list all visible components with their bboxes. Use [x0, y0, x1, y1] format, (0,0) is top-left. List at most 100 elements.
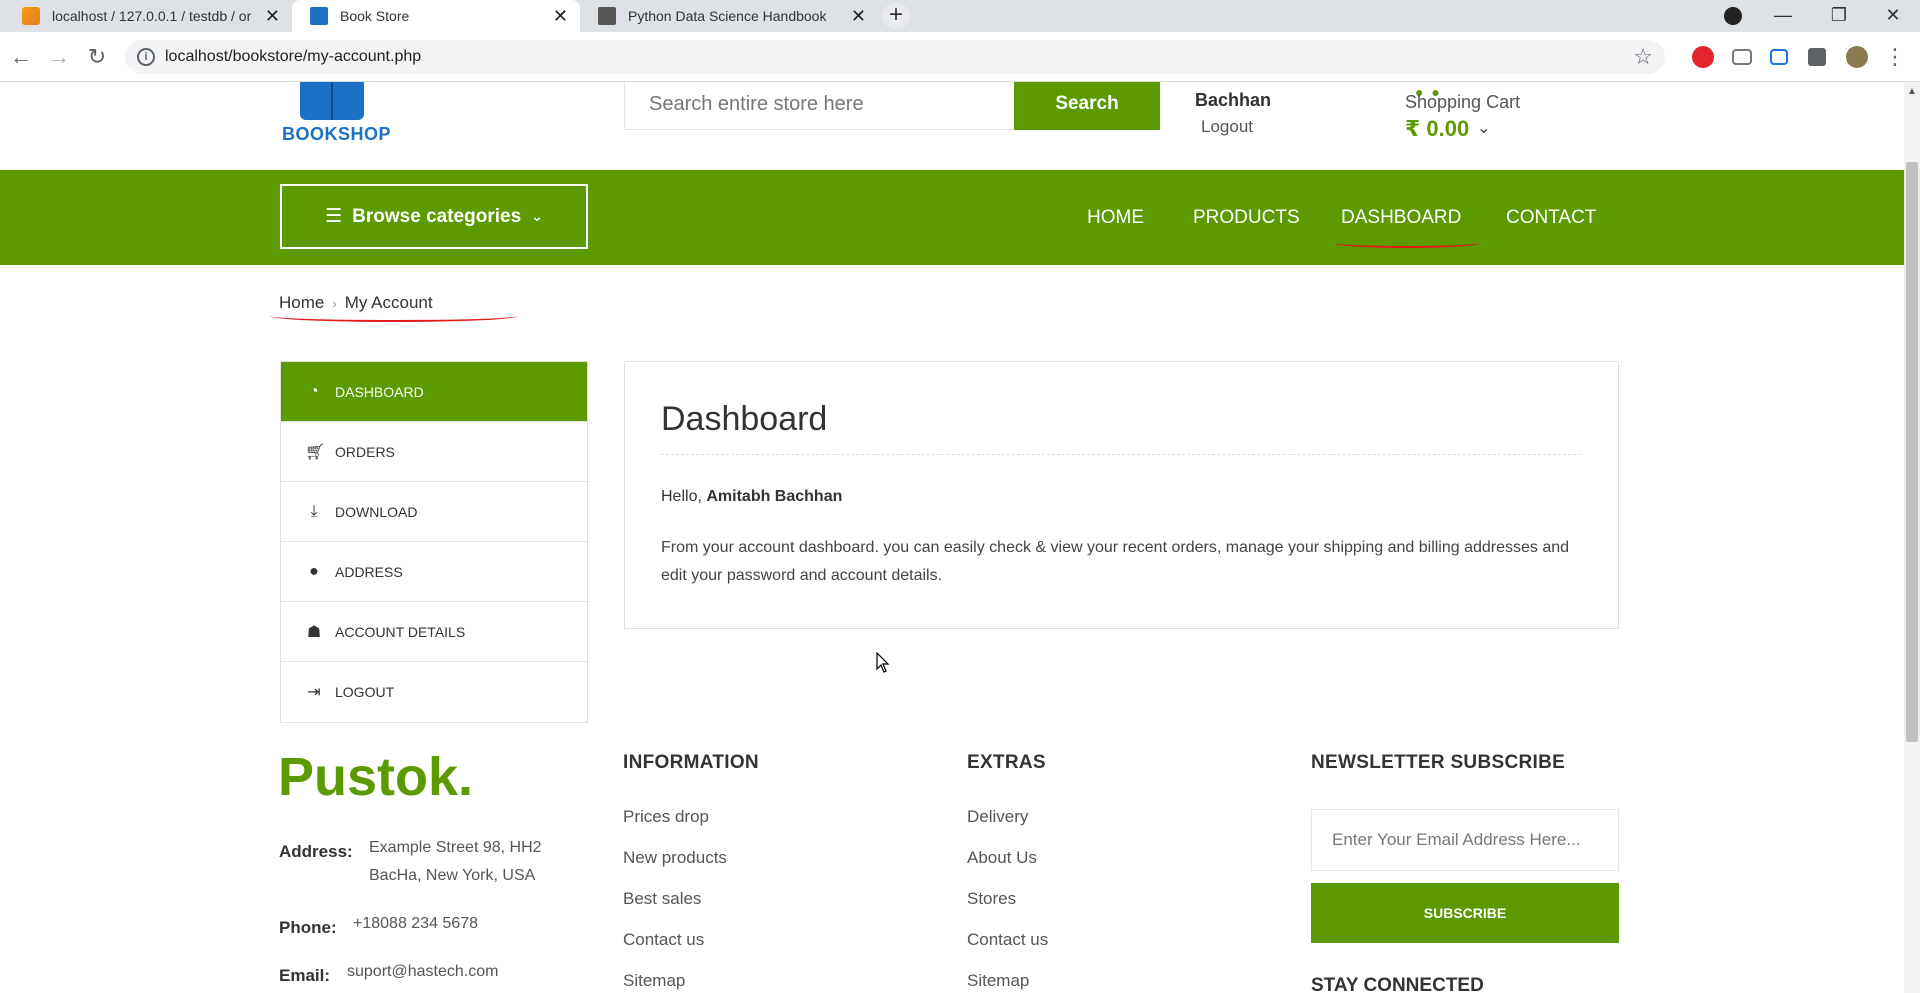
- minimize-icon[interactable]: —: [1760, 0, 1806, 32]
- bookmark-star-icon[interactable]: ☆: [1633, 44, 1653, 70]
- user-name: Bachhan: [1195, 90, 1272, 110]
- nav-dashboard[interactable]: DASHBOARD: [1341, 207, 1461, 229]
- bookshop-logo[interactable]: BOOKSHOP: [282, 82, 402, 152]
- opera-extension-icon[interactable]: [1692, 46, 1714, 68]
- browser-tab-strip: localhost / 127.0.0.1 / testdb / or ✕ Bo…: [0, 0, 1920, 32]
- annotation-underline-dashboard: [1334, 238, 1480, 248]
- newsletter-email-input[interactable]: Enter Your Email Address Here...: [1311, 809, 1619, 871]
- reload-icon[interactable]: ↻: [82, 42, 112, 72]
- newsletter-heading: NEWSLETTER SUBSCRIBE: [1311, 752, 1566, 773]
- nav-home[interactable]: HOME: [1087, 207, 1144, 229]
- mouse-cursor-icon: [876, 652, 890, 673]
- phone-label: Phone:: [279, 918, 337, 937]
- footer-link[interactable]: Stores: [967, 884, 1048, 925]
- bookstore-favicon-icon: [310, 7, 328, 25]
- search-input[interactable]: Search entire store here: [624, 82, 1016, 130]
- scroll-up-icon[interactable]: ▲: [1907, 86, 1917, 97]
- phpmyadmin-favicon-icon: [22, 7, 40, 25]
- page-scrollbar[interactable]: ▲: [1904, 82, 1920, 993]
- chevron-right-icon: ›: [332, 296, 337, 311]
- site-info-icon[interactable]: i: [137, 48, 155, 66]
- information-links: Prices drop New products Best sales Cont…: [623, 802, 727, 993]
- close-icon[interactable]: ✕: [265, 6, 280, 27]
- handbook-favicon-icon: [598, 7, 616, 25]
- menu-label: ORDERS: [335, 443, 395, 460]
- tab-title: localhost / 127.0.0.1 / testdb / or: [52, 8, 252, 24]
- menu-label: LOGOUT: [335, 684, 395, 700]
- dashboard-panel: Dashboard Hello, Amitabh Bachhan From yo…: [624, 361, 1619, 629]
- chevron-down-icon[interactable]: ⌄: [1477, 118, 1490, 138]
- footer-brand: Pustok.: [278, 747, 474, 807]
- extras-links: Delivery About Us Stores Contact us Site…: [967, 802, 1048, 993]
- dashboard-icon: ◔: [309, 382, 319, 400]
- divider: [661, 454, 1581, 455]
- account-menu-logout[interactable]: ⇥ LOGOUT: [281, 662, 587, 722]
- menu-label: DOWNLOAD: [335, 503, 418, 520]
- address-line-2: BacHa, New York, USA: [369, 867, 536, 884]
- map-marker-icon: ●: [309, 562, 319, 580]
- footer-link[interactable]: Prices drop: [623, 802, 727, 843]
- restore-icon[interactable]: ❐: [1816, 0, 1862, 32]
- new-tab-button[interactable]: +: [882, 3, 910, 29]
- footer-link[interactable]: Delivery: [967, 802, 1048, 843]
- nav-contact[interactable]: CONTACT: [1506, 207, 1596, 229]
- profile-avatar-icon[interactable]: [1846, 46, 1868, 68]
- browser-toolbar: ← → ↻ i localhost/bookstore/my-account.p…: [0, 32, 1920, 82]
- cart-icon: 🛒︎: [305, 443, 326, 461]
- browse-label: Browse categories: [352, 205, 522, 227]
- phone-value: +18088 234 5678: [353, 915, 479, 932]
- menu-label: DASHBOARD: [335, 383, 424, 400]
- footer-link[interactable]: Best sales: [623, 884, 727, 925]
- tab-python-handbook[interactable]: Python Data Science Handbook ✕: [580, 0, 878, 32]
- logo-text: BOOKSHOP: [282, 124, 392, 144]
- close-icon[interactable]: ✕: [553, 6, 568, 27]
- breadcrumb-home[interactable]: Home: [279, 293, 324, 312]
- nav-products[interactable]: PRODUCTS: [1193, 207, 1300, 229]
- information-heading: INFORMATION: [623, 752, 759, 773]
- dashboard-title: Dashboard: [661, 400, 828, 438]
- account-menu-account-details[interactable]: ☗ ACCOUNT DETAILS: [281, 602, 587, 662]
- annotation-underline-breadcrumb: [270, 310, 518, 322]
- footer-link[interactable]: Contact us: [967, 925, 1048, 966]
- kebab-menu-icon[interactable]: ⋮: [1880, 42, 1910, 72]
- footer-link[interactable]: Sitemap: [623, 966, 727, 993]
- camera-extension-icon[interactable]: [1732, 49, 1752, 65]
- menu-label: ACCOUNT DETAILS: [335, 623, 466, 640]
- close-icon[interactable]: ✕: [851, 6, 866, 27]
- address-line-1: Example Street 98, HH2: [369, 839, 542, 856]
- footer-link[interactable]: Contact us: [623, 925, 727, 966]
- header-logout-link[interactable]: Logout: [1201, 117, 1253, 137]
- menu-label: ADDRESS: [335, 563, 403, 580]
- window-close-icon[interactable]: ✕: [1870, 0, 1916, 32]
- address-label: Address:: [279, 842, 353, 861]
- extras-heading: EXTRAS: [967, 752, 1046, 773]
- address-bar[interactable]: i localhost/bookstore/my-account.php ☆: [125, 40, 1665, 74]
- tab-phpmyadmin[interactable]: localhost / 127.0.0.1 / testdb / or ✕: [4, 0, 292, 32]
- user-icon: ☗: [306, 623, 322, 641]
- account-menu-orders[interactable]: 🛒︎ ORDERS: [281, 422, 587, 482]
- chevron-down-icon: ⌄: [531, 208, 543, 224]
- account-menu-dashboard[interactable]: ◔ DASHBOARD: [281, 362, 587, 422]
- scrollbar-thumb[interactable]: [1906, 162, 1918, 742]
- footer-link[interactable]: About Us: [967, 843, 1048, 884]
- account-menu-download[interactable]: ⤓ DOWNLOAD: [281, 482, 587, 542]
- footer-link[interactable]: New products: [623, 843, 727, 884]
- footer-link[interactable]: Sitemap: [967, 966, 1048, 993]
- hamburger-icon: ☰: [325, 206, 343, 227]
- greeting-prefix: Hello,: [661, 488, 707, 505]
- forward-icon[interactable]: →: [44, 42, 74, 72]
- tab-book-store[interactable]: Book Store ✕: [292, 0, 580, 32]
- cart-label[interactable]: Shopping Cart: [1405, 92, 1520, 113]
- url-text: localhost/bookstore/my-account.php: [165, 48, 422, 65]
- download-icon: ⤓: [310, 502, 318, 520]
- cart-total[interactable]: ₹ 0.00: [1405, 116, 1469, 142]
- profile-icon[interactable]: [1710, 0, 1756, 32]
- puzzle-extensions-icon[interactable]: [1808, 48, 1826, 66]
- screen-extension-icon[interactable]: [1770, 49, 1788, 65]
- subscribe-button[interactable]: SUBSCRIBE: [1311, 883, 1619, 943]
- back-icon[interactable]: ←: [6, 42, 36, 72]
- browse-categories-button[interactable]: ☰ Browse categories ⌄: [280, 184, 588, 249]
- search-button[interactable]: Search: [1014, 82, 1160, 130]
- account-menu-address[interactable]: ● ADDRESS: [281, 542, 587, 602]
- main-navigation: ☰ Browse categories ⌄ HOME PRODUCTS DASH…: [0, 170, 1904, 265]
